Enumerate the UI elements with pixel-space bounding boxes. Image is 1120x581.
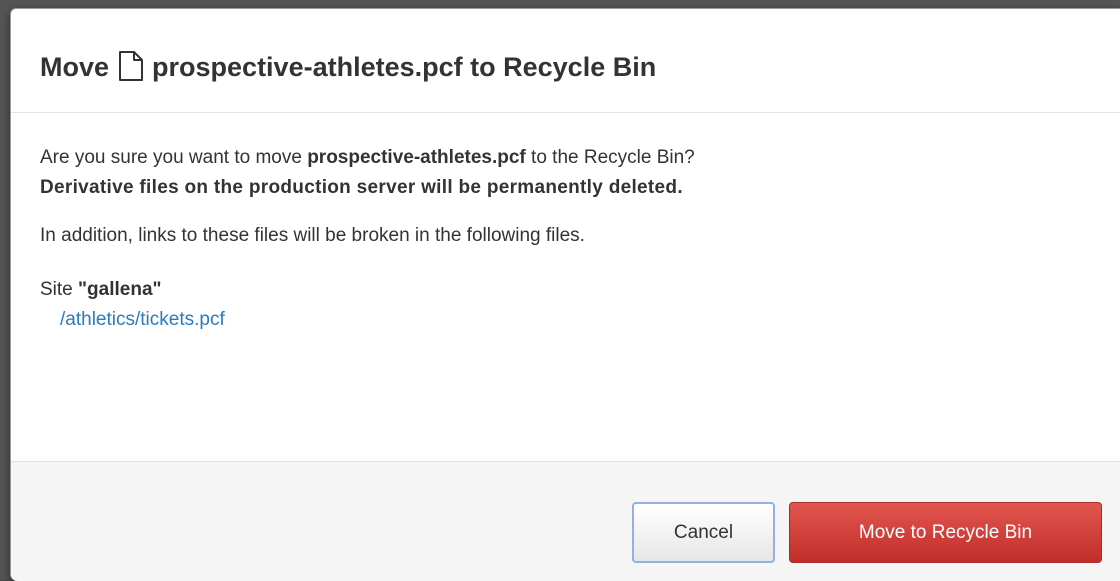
file-icon (118, 50, 144, 82)
confirm-prefix: Are you sure you want to move (40, 147, 308, 168)
dialog-footer: Cancel Move to Recycle Bin (11, 461, 1120, 581)
dialog-title-suffix: to Recycle Bin (470, 52, 657, 82)
dialog-header: Move prospective-athletes.pcf to Recycle… (11, 9, 1120, 113)
dialog-title-filename: prospective-athletes.pcf (152, 52, 463, 82)
dialog-title: Move prospective-athletes.pcf to Recycle… (40, 51, 656, 83)
dialog-body: Are you sure you want to move prospectiv… (40, 143, 1100, 335)
cancel-button[interactable]: Cancel (632, 502, 775, 563)
site-name: "gallena" (78, 279, 162, 300)
dialog-title-prefix: Move (40, 52, 110, 82)
move-to-recycle-bin-button[interactable]: Move to Recycle Bin (789, 502, 1102, 563)
site-label-text: Site (40, 279, 79, 300)
confirm-filename: prospective-athletes.pcf (307, 147, 526, 168)
site-label: Site "gallena" (40, 275, 1100, 305)
warning-message: Derivative files on the production serve… (40, 177, 683, 198)
affected-file-link[interactable]: /athletics/tickets.pcf (60, 305, 225, 335)
broken-links-message: In addition, links to these files will b… (40, 225, 585, 246)
confirm-suffix: to the Recycle Bin? (525, 147, 695, 168)
move-to-recycle-bin-dialog: Move prospective-athletes.pcf to Recycle… (10, 8, 1120, 581)
confirm-message: Are you sure you want to move prospectiv… (40, 143, 1100, 173)
